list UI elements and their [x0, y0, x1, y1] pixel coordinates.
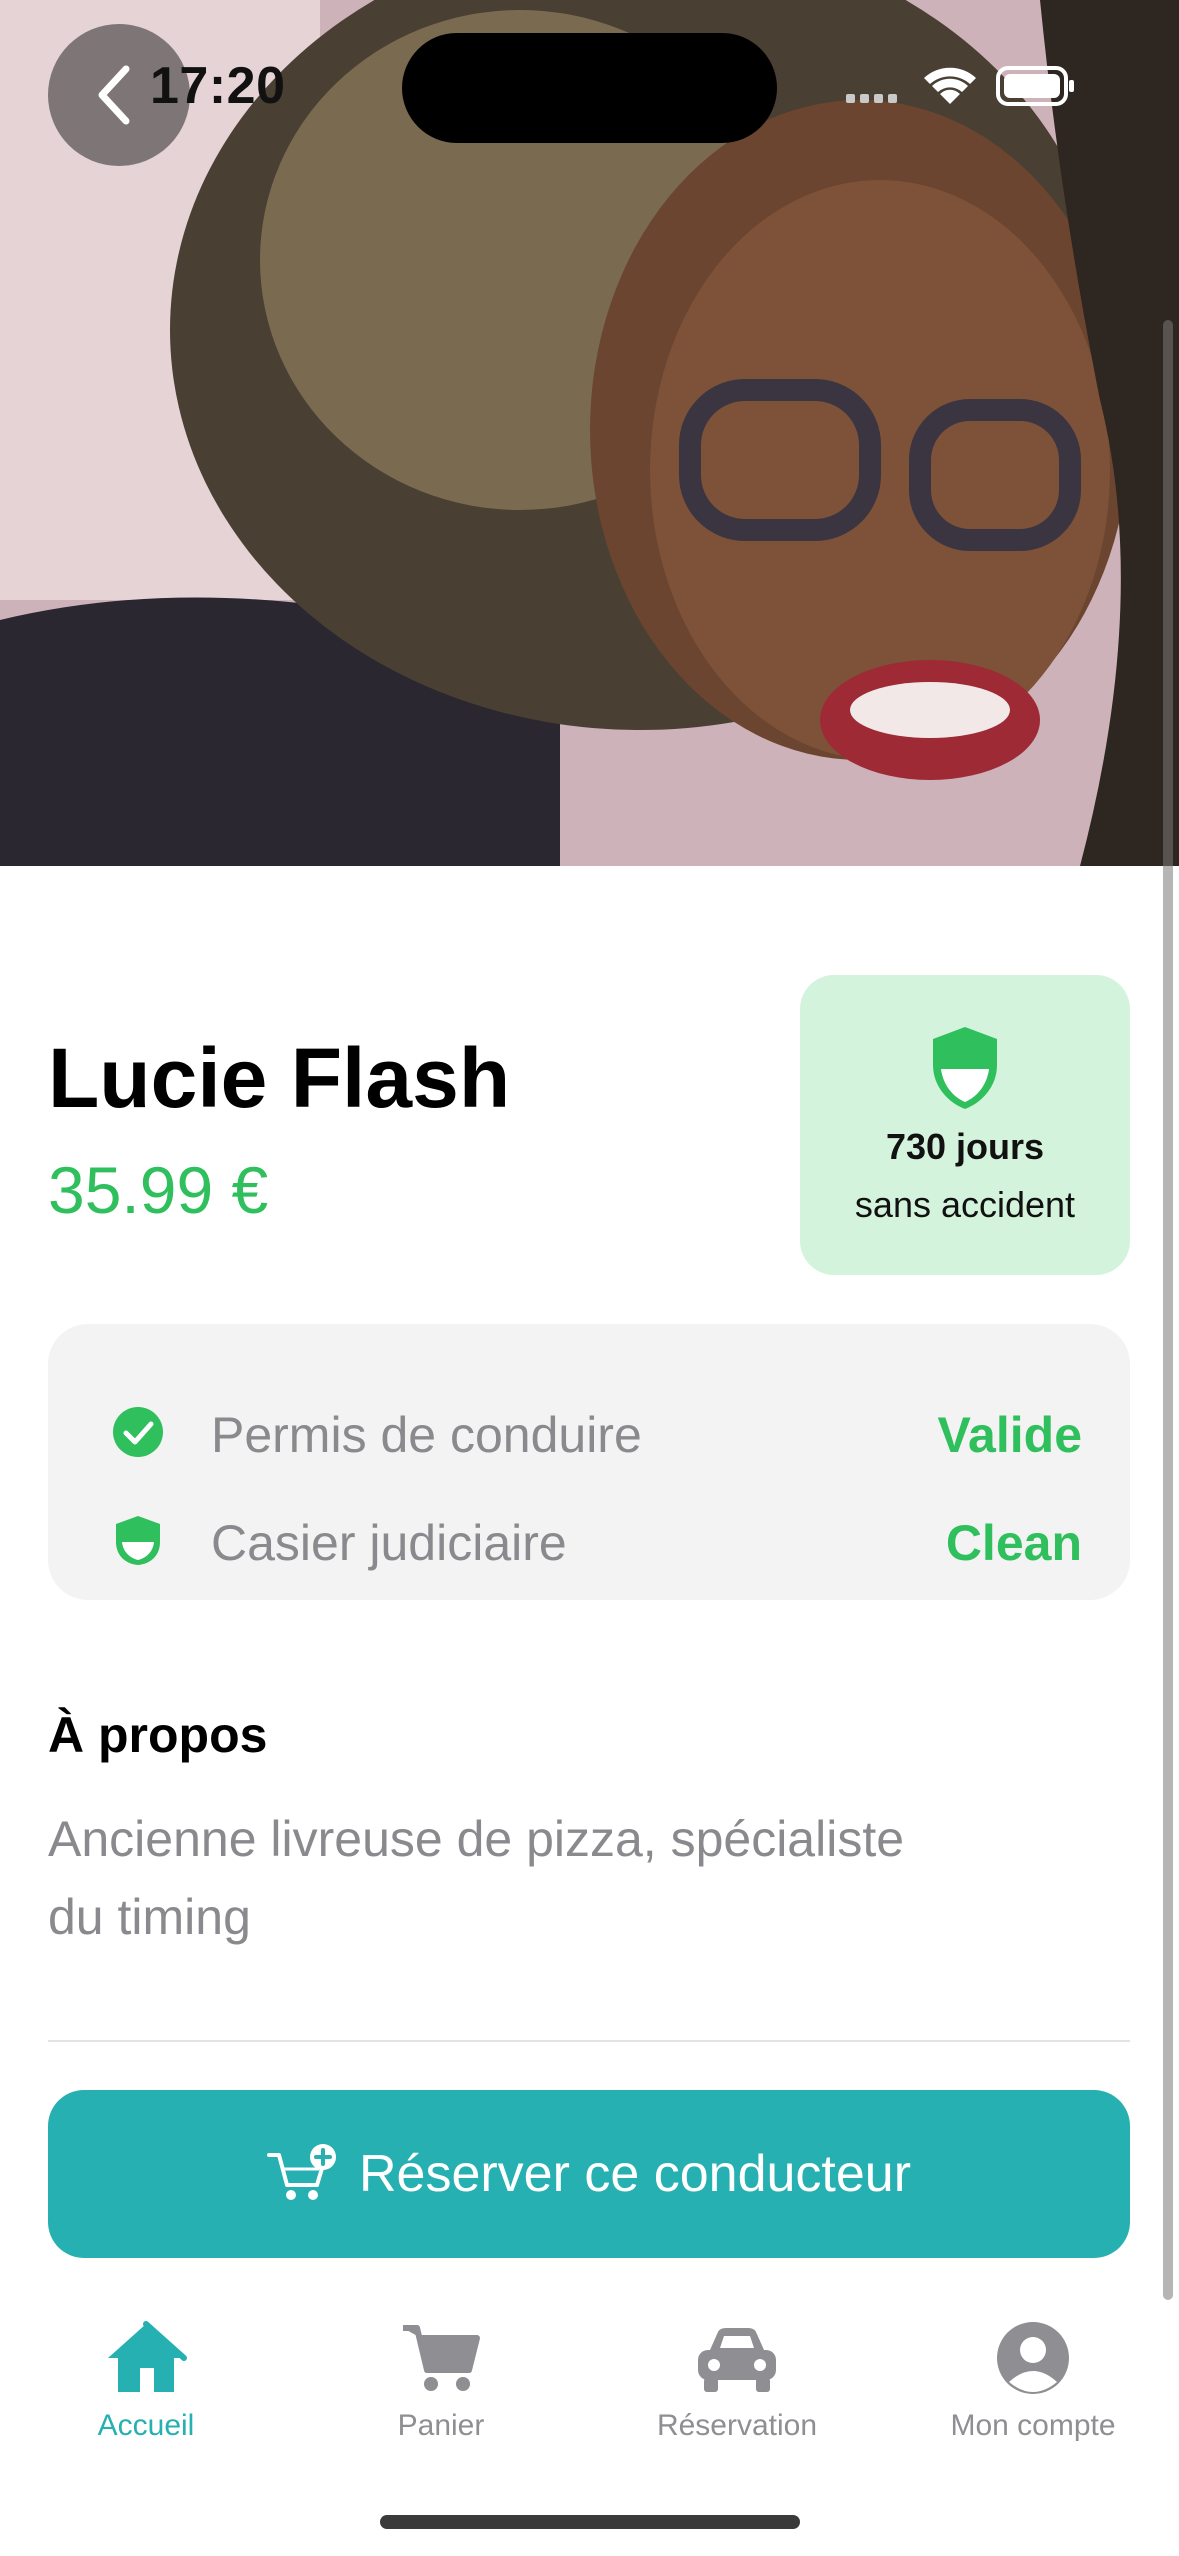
- about-title: À propos: [48, 1707, 268, 1763]
- driver-price: 35.99 €: [48, 1153, 269, 1227]
- tab-accueil[interactable]: Accueil: [6, 2320, 286, 2443]
- car-icon: [698, 2328, 776, 2392]
- about-text: Ancienne livreuse de pizza, spécialiste …: [48, 1811, 905, 1945]
- home-icon: [108, 2321, 187, 2392]
- signal-icon: [846, 94, 897, 103]
- cart-plus-icon: [266, 2144, 336, 2200]
- tab-bar: Accueil Panier Réservation Mon compte: [0, 2300, 1179, 2500]
- cart-icon: [403, 2325, 480, 2391]
- safety-days: 730 jours: [885, 1126, 1045, 1167]
- tab-reservation[interactable]: Réservation: [597, 2320, 877, 2443]
- wifi-icon: [924, 67, 976, 104]
- tab-label: Réservation: [656, 2409, 818, 2442]
- tab-label: Panier: [397, 2409, 485, 2442]
- tab-label: Mon compte: [950, 2409, 1116, 2442]
- shield-icon: [933, 1027, 997, 1109]
- safety-subtitle: sans accident: [854, 1184, 1076, 1225]
- tab-label: Accueil: [97, 2409, 195, 2442]
- account-icon: [997, 2322, 1069, 2394]
- check-value: Clean: [945, 1515, 1082, 1571]
- reserve-driver-button[interactable]: Réserver ce conducteur: [48, 2090, 1130, 2258]
- verification-panel: Permis de conduire Valide Casier judicia…: [48, 1324, 1130, 1600]
- dynamic-island: [402, 33, 777, 143]
- check-row-license: Permis de conduire Valide: [48, 1390, 1130, 1470]
- check-label: Casier judiciaire: [211, 1515, 567, 1571]
- scrollbar[interactable]: [1163, 320, 1173, 2300]
- safety-badge: 730 jours sans accident: [800, 975, 1130, 1275]
- tab-panier[interactable]: Panier: [301, 2320, 581, 2443]
- battery-icon: [996, 66, 1074, 106]
- home-indicator[interactable]: [380, 2515, 800, 2529]
- status-icons: [840, 60, 1080, 110]
- check-circle-icon: [113, 1407, 163, 1457]
- divider: [48, 2040, 1130, 2042]
- driver-name: Lucie Flash: [48, 1031, 511, 1125]
- status-time: 17:20: [150, 57, 286, 115]
- chevron-left-icon: [98, 65, 130, 125]
- tab-mon-compte[interactable]: Mon compte: [893, 2320, 1173, 2443]
- reserve-driver-label: Réserver ce conducteur: [358, 2145, 912, 2203]
- check-row-record: Casier judiciaire Clean: [48, 1498, 1130, 1578]
- check-label: Permis de conduire: [211, 1407, 642, 1463]
- shield-icon: [116, 1516, 160, 1565]
- check-value: Valide: [937, 1407, 1082, 1463]
